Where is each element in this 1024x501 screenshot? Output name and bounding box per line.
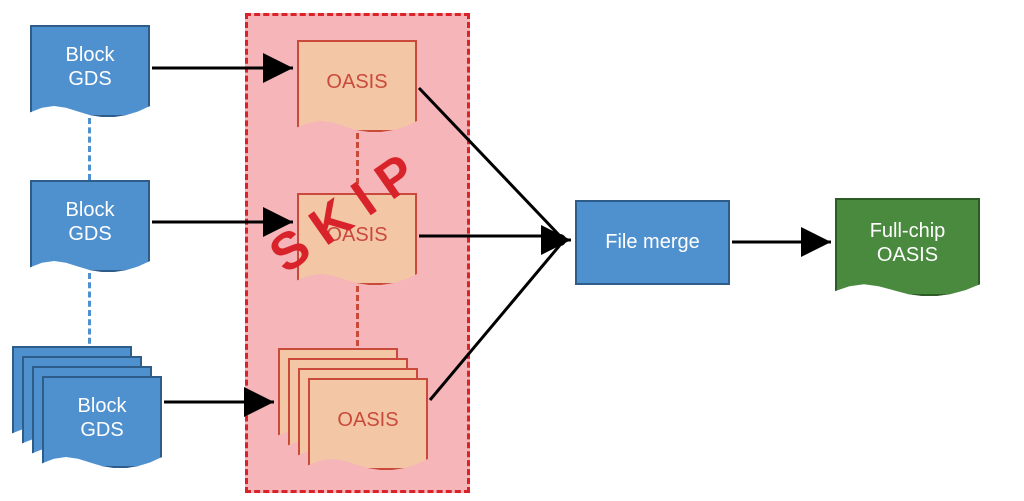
label: OASIS xyxy=(837,243,978,267)
label: Block xyxy=(32,198,148,222)
file-merge-process: File merge xyxy=(575,200,730,285)
label: GDS xyxy=(44,418,160,442)
input-block-gds-1: Block GDS xyxy=(30,25,150,117)
dashed-connector-mid-2 xyxy=(356,286,359,346)
dashed-connector-mid-1 xyxy=(356,133,359,193)
input-block-gds-3: Block GDS xyxy=(42,376,162,468)
label: File merge xyxy=(605,231,699,254)
diagram-canvas: Block GDS Block GDS Block GDS OASIS OASI… xyxy=(0,0,1024,501)
label: Block xyxy=(44,394,160,418)
label: Full-chip xyxy=(837,219,978,243)
dashed-connector-1 xyxy=(88,118,91,180)
output-full-chip-oasis: Full-chip OASIS xyxy=(835,198,980,296)
intermediate-oasis-2: OASIS xyxy=(297,193,417,285)
label: GDS xyxy=(32,222,148,246)
label: GDS xyxy=(32,67,148,91)
label: OASIS xyxy=(299,70,415,94)
label: Block xyxy=(32,43,148,67)
dashed-connector-2 xyxy=(88,273,91,353)
label: OASIS xyxy=(310,408,426,432)
intermediate-oasis-1: OASIS xyxy=(297,40,417,132)
intermediate-oasis-3: OASIS xyxy=(308,378,428,470)
label: OASIS xyxy=(299,223,415,247)
input-block-gds-2: Block GDS xyxy=(30,180,150,272)
